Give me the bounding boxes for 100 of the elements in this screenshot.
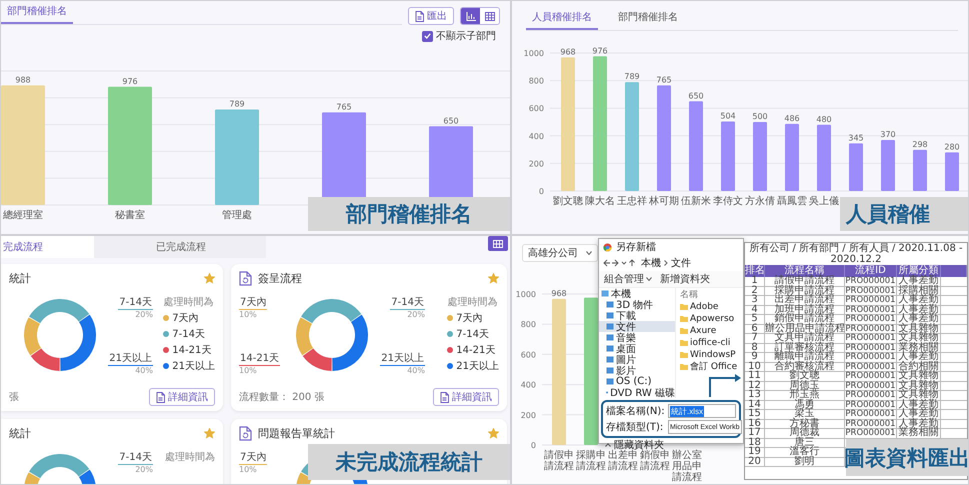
filename-field[interactable]: 統計.xlsx <box>668 404 736 418</box>
table-cell: 人事差勤 <box>897 410 941 418</box>
category-label: 請假申請流程 <box>544 450 574 472</box>
folder-item[interactable]: Adobe <box>680 301 738 312</box>
table-cell: 周德裁 <box>765 429 845 438</box>
table-cell: PRO000001 <box>845 286 897 295</box>
computer-icon <box>601 290 609 297</box>
table-view-button[interactable] <box>480 8 499 24</box>
table-cell: PRO000001 <box>845 429 897 438</box>
table-cell: PRO000001 <box>845 324 897 333</box>
folder-item[interactable]: 會訂 Office <box>680 361 738 372</box>
tab[interactable]: 部門稽催排名 <box>612 8 684 30</box>
table-cell: 1 <box>745 277 765 286</box>
axis-label: 0 <box>530 441 536 450</box>
category-label: 方永倩 <box>745 196 775 207</box>
folder-item[interactable]: ioffice-cli <box>680 337 738 348</box>
company-select[interactable]: 高雄分公司 <box>522 244 598 262</box>
category-label: 銷假申請流程 <box>640 450 670 472</box>
folder-tree-item[interactable]: DVD RW 磁碟 <box>599 387 675 398</box>
axis-label: 800 <box>528 76 544 86</box>
table-cell: 5 <box>745 315 765 324</box>
table-cell: 離職申請流程 <box>765 353 845 362</box>
folder-tree-item[interactable]: 下載 <box>599 310 675 321</box>
table-cell: PRO000001 <box>845 400 897 409</box>
grid-view-button[interactable] <box>488 236 508 251</box>
table-cell: 15 <box>745 410 765 418</box>
folder-tree-item[interactable]: 桌面 <box>599 343 675 354</box>
table-cell: 2 <box>745 286 765 295</box>
toolbar-button[interactable]: 組合管理 <box>604 272 652 286</box>
table-cell: 周德玉 <box>765 382 845 390</box>
value-label: 345 <box>848 133 864 142</box>
table-cell: 文具雜物 <box>897 382 941 390</box>
table-cell: 合約相關 <box>897 362 941 371</box>
callout-label: 21天以上 <box>108 353 153 366</box>
category-label: 秘書室 <box>115 210 145 221</box>
details-button[interactable]: 詳細資訊 <box>433 388 499 406</box>
table-cell: 14 <box>745 400 765 409</box>
table-cell: PRO000001 <box>845 353 897 362</box>
column-header: 名稱 <box>680 288 699 300</box>
export-button[interactable]: 匯出 <box>408 7 454 25</box>
table-cell: PRO000001 <box>845 362 897 371</box>
tab[interactable]: 已完成流程 <box>94 236 266 258</box>
percentage-label: 20% <box>407 310 425 319</box>
breadcrumb-item[interactable]: 本機 <box>641 256 661 270</box>
grid-icon <box>493 240 503 248</box>
value-label: 504 <box>720 111 736 120</box>
axis-label: 400 <box>528 132 544 141</box>
table-cell: 人事差勤 <box>897 306 941 314</box>
folder-tree-item[interactable]: OS (C:) <box>599 376 675 387</box>
percentage-label: 40% <box>407 366 425 375</box>
table-cell: 文具雜物 <box>897 372 941 380</box>
star-icon[interactable] <box>204 428 215 438</box>
browser-icon <box>603 242 612 252</box>
star-icon[interactable] <box>204 272 215 284</box>
folder-tree-item[interactable]: 本機 <box>599 288 675 299</box>
navigation-arrows-icon[interactable] <box>603 259 637 267</box>
chart-view-button[interactable] <box>461 8 480 24</box>
percentage-label: 40% <box>135 366 153 375</box>
card-title: 統計 <box>9 270 32 286</box>
caption-banner: 部門稽催排名 <box>308 197 510 231</box>
table-cell: 20 <box>745 458 765 466</box>
legend-title: 處理時間為 <box>165 450 215 464</box>
table-cell: 文具雜物 <box>897 334 941 342</box>
caret-icon <box>586 251 592 255</box>
star-icon[interactable] <box>488 428 499 438</box>
flow-count: 張 <box>9 391 19 404</box>
value-label: 968 <box>551 288 567 298</box>
table-cell: 文具雜物 <box>897 391 941 400</box>
value-label: 789 <box>229 99 245 108</box>
percentage-label: 20% <box>135 465 153 474</box>
tab[interactable]: 部門稽催排名 <box>1 2 73 24</box>
table-cell: 銷假申請流程 <box>765 315 845 324</box>
breadcrumb-item[interactable]: 文件 <box>671 256 691 270</box>
folder-tree-item[interactable]: 3D 物件 <box>599 299 675 310</box>
table-cell: PRO000001 <box>845 315 897 324</box>
value-label: 976 <box>592 46 608 56</box>
toolbar-button[interactable]: 新增資料夾 <box>660 272 710 286</box>
table-cell: 7 <box>745 334 765 342</box>
folder-tree-item[interactable]: 影片 <box>599 365 675 376</box>
table-cell: 人事差勤 <box>897 420 941 428</box>
tab[interactable]: 完成流程 <box>1 236 94 258</box>
folder-item[interactable]: Apowerso <box>680 313 738 324</box>
callout-label: 7天內 <box>239 452 268 465</box>
category-label: 出差申請流程 <box>608 450 638 472</box>
table-cell: 人事差勤 <box>897 400 941 409</box>
folder-tree-item[interactable]: 文件 <box>599 321 675 332</box>
table-cell: 人事差勤 <box>897 296 941 304</box>
folder-tree-item[interactable]: 音樂 <box>599 332 675 343</box>
checkbox[interactable] <box>422 30 433 42</box>
folder-item[interactable]: WindowsP <box>680 349 738 360</box>
table-cell: 方秘書 <box>765 420 845 428</box>
folder-tree-item[interactable]: 圖片 <box>599 354 675 365</box>
table-cell: 17 <box>745 429 765 438</box>
details-button[interactable]: 詳細資訊 <box>149 388 215 406</box>
tab[interactable]: 人員稽催排名 <box>526 8 598 30</box>
star-icon[interactable] <box>488 272 499 284</box>
checkbox-label: 不顯示子部門 <box>436 30 496 43</box>
table-cell: 加班申請流程 <box>765 306 845 314</box>
folder-item[interactable]: Axure <box>680 325 738 336</box>
category-label: 辦公室用品申請流程 <box>672 450 702 482</box>
